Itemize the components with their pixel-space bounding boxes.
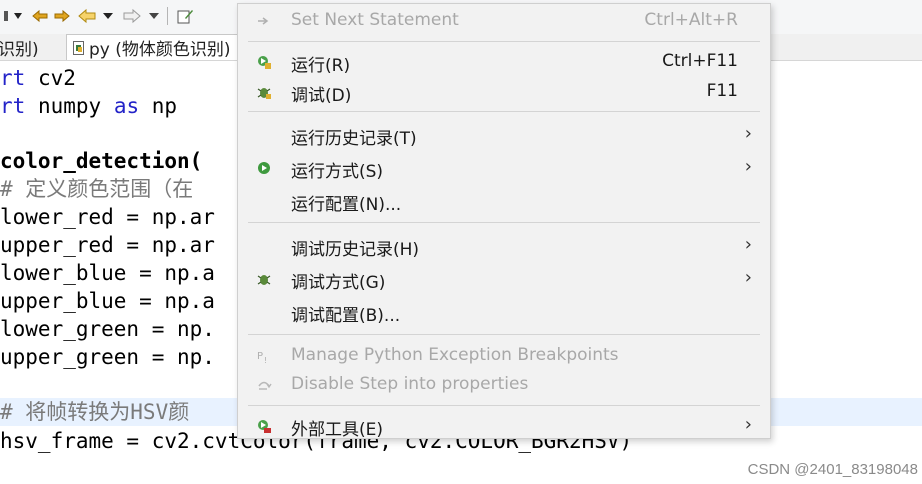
watermark: CSDN @2401_83198048: [747, 461, 918, 478]
back-arrow-icon[interactable]: [76, 6, 98, 26]
dropdown-chevron-icon[interactable]: [2, 6, 28, 26]
debug-bug-icon: [256, 271, 272, 287]
submenu-arrow-icon: ›: [744, 123, 752, 144]
step-into-icon: [256, 377, 272, 393]
code-line: lower_red = np.ar: [0, 205, 215, 229]
tab-previous[interactable]: 识别): [0, 34, 60, 60]
edit-icon[interactable]: [174, 6, 196, 26]
context-menu: Set Next Statement Ctrl+Alt+R 运行(R) Ctrl…: [237, 3, 771, 441]
tab-label: 识别): [0, 39, 39, 60]
menu-item-debug-history[interactable]: 调试历史记录(H) ›: [238, 231, 770, 261]
menu-separator: [248, 334, 760, 335]
tab-label: py (物体颜色识别): [89, 40, 231, 60]
code-line: rt numpy as np: [0, 94, 178, 118]
submenu-arrow-icon: ›: [744, 414, 752, 435]
debug-bug-icon: [256, 84, 272, 100]
back-dropdown-icon[interactable]: [100, 6, 116, 26]
run-green-circle-icon: [256, 160, 272, 176]
menu-item-debug-as[interactable]: 调试方式(G) ›: [238, 264, 770, 294]
code-comment-line: # 将帧转换为HSV颜: [0, 400, 190, 424]
code-line: upper_green = np.: [0, 345, 215, 369]
code-line: color_detection(: [0, 149, 203, 173]
menu-item-debug[interactable]: 调试(D) F11: [238, 77, 770, 107]
back-nav-icon[interactable]: [30, 6, 50, 26]
code-line: upper_red = np.ar: [0, 233, 215, 257]
menu-item-manage-python-exception-breakpoints[interactable]: P! Manage Python Exception Breakpoints: [238, 341, 770, 371]
menu-separator: [248, 405, 760, 406]
forward-arrow-icon[interactable]: [122, 6, 142, 26]
external-tools-icon: [256, 418, 272, 434]
svg-text:!: !: [264, 356, 267, 364]
submenu-arrow-icon: ›: [744, 234, 752, 255]
menu-item-run-configurations[interactable]: 运行配置(N)...: [238, 186, 770, 216]
menu-separator: [248, 41, 760, 42]
tab-active-python-file[interactable]: py (物体颜色识别): [66, 34, 244, 60]
menu-item-debug-configurations[interactable]: 调试配置(B)...: [238, 297, 770, 327]
submenu-arrow-icon: ›: [744, 156, 752, 177]
menu-item-run-history[interactable]: 运行历史记录(T) ›: [238, 120, 770, 150]
python-file-icon: [73, 40, 84, 55]
code-comment-line: # 定义颜色范围（在: [0, 177, 194, 201]
menu-item-external-tools[interactable]: 外部工具(E) ›: [238, 411, 770, 441]
menu-item-run[interactable]: 运行(R) Ctrl+F11: [238, 47, 770, 77]
menu-item-disable-step-into-properties[interactable]: Disable Step into properties: [238, 370, 770, 400]
python-breakpoint-icon: P!: [256, 348, 272, 364]
forward-dropdown-icon[interactable]: [146, 6, 162, 26]
arrow-right-icon: [256, 13, 272, 29]
code-line: lower_green = np.: [0, 317, 215, 341]
menu-item-set-next-statement[interactable]: Set Next Statement Ctrl+Alt+R: [238, 6, 770, 36]
menu-separator: [248, 111, 760, 112]
run-icon: [256, 54, 272, 70]
menu-item-run-as[interactable]: 运行方式(S) ›: [238, 153, 770, 183]
toolbar-separator: [166, 6, 170, 26]
svg-text:P: P: [257, 351, 263, 362]
code-line: upper_blue = np.a: [0, 289, 215, 313]
forward-nav-icon[interactable]: [52, 6, 72, 26]
code-line: lower_blue = np.a: [0, 261, 215, 285]
menu-separator: [248, 222, 760, 223]
code-line: rt cv2: [0, 66, 76, 90]
submenu-arrow-icon: ›: [744, 267, 752, 288]
